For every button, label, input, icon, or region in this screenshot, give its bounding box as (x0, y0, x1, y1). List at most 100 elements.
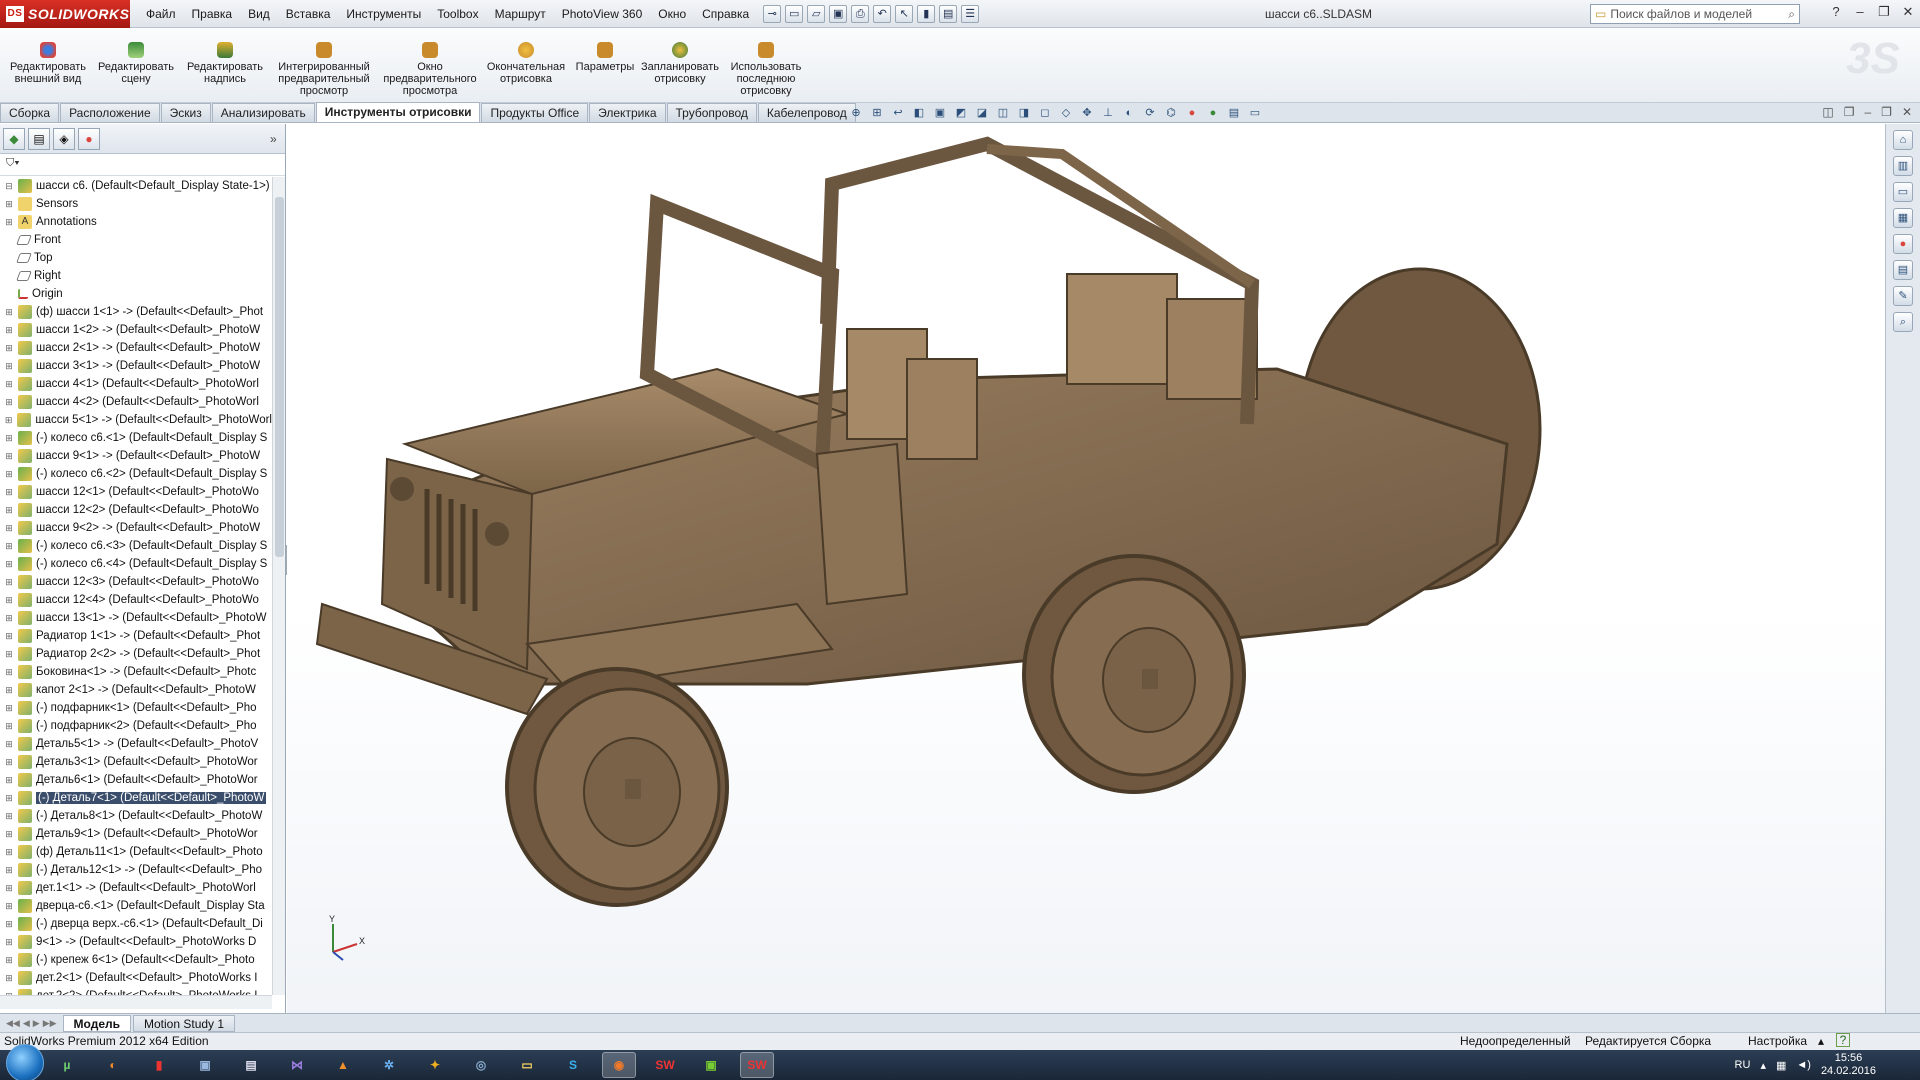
tree-item[interactable]: ⊞ шасси 2<1> -> (Default<<Default>_PhotoW (0, 339, 272, 357)
search-input[interactable]: ▭ Поиск файлов и моделей ⌕ (1590, 4, 1800, 24)
tree-item[interactable]: ⊞ (ф) Деталь11<1> (Default<<Default>_Phot… (0, 843, 272, 861)
tree-item[interactable]: ⊞ шасси 1<2> -> (Default<<Default>_PhotoW (0, 321, 272, 339)
tree-item[interactable]: ⊞ (ф) шасси 1<1> -> (Default<<Default>_Ph… (0, 303, 272, 321)
explorer-icon[interactable]: ▭ (510, 1052, 544, 1078)
expand-toggle-icon[interactable]: ⊞ (4, 469, 14, 480)
property-manager-tab-icon[interactable]: ▤ (28, 127, 50, 150)
filter-icon[interactable]: ⛉▾ (6, 157, 20, 169)
expand-toggle-icon[interactable]: ⊞ (4, 631, 14, 642)
appearance-palette-icon[interactable]: ● (1184, 105, 1200, 121)
swirl-app-icon[interactable]: ✦ (418, 1052, 452, 1078)
open-icon[interactable]: ▱ (807, 4, 826, 23)
tree-item[interactable]: ⊞ (-) колесо с6.<2> (Default<Default_Disp… (0, 465, 272, 483)
tab-sketch[interactable]: Эскиз (160, 103, 211, 122)
tree-item[interactable]: ⊞ шасси 12<4> (Default<<Default>_PhotoWo (0, 591, 272, 609)
menu-photoview[interactable]: PhotoView 360 (554, 0, 651, 28)
expand-toggle-icon[interactable]: ⊞ (4, 955, 14, 966)
tile-icon[interactable]: ◫ (1822, 105, 1833, 119)
tree-item[interactable]: ⊞ Радиатор 1<1> -> (Default<<Default>_Pho… (0, 627, 272, 645)
expand-toggle-icon[interactable]: ⊞ (4, 757, 14, 768)
tree-item[interactable]: ⊞ шасси 13<1> -> (Default<<Default>_Photo… (0, 609, 272, 627)
expand-toggle-icon[interactable]: ⊞ (4, 595, 14, 606)
expand-toggle-icon[interactable]: ⊞ (4, 937, 14, 948)
axis-icon[interactable]: ⊥ (1100, 105, 1116, 121)
notes-icon[interactable]: ▤ (234, 1052, 268, 1078)
prev-tab-icon[interactable]: ◀ (23, 1018, 30, 1029)
expand-toggle-icon[interactable]: ⊞ (4, 397, 14, 408)
integrated-preview-button[interactable]: Интегрированный предварительный просмотр (272, 42, 376, 97)
edit-scene-button[interactable]: Редактировать сцену (92, 42, 180, 85)
help-icon[interactable]: ? (1828, 4, 1844, 20)
tree-item[interactable]: ⊞ Деталь9<1> (Default<<Default>_PhotoWor (0, 825, 272, 843)
shaded-edges-icon[interactable]: ◪ (974, 105, 990, 121)
tree-item[interactable]: ⊞ Sensors (0, 195, 272, 213)
network-app-icon[interactable]: ✲ (372, 1052, 406, 1078)
onlook-app-icon[interactable]: ◎ (464, 1052, 498, 1078)
tree-item[interactable]: ⊞ дет.1<1> -> (Default<<Default>_PhotoWor… (0, 879, 272, 897)
appearances-icon[interactable]: ● (1893, 234, 1913, 254)
tree-item[interactable]: ⊞ (-) подфарник<1> (Default<<Default>_Pho (0, 699, 272, 717)
tree-item[interactable]: ⊞ шасси 12<2> (Default<<Default>_PhotoWo (0, 501, 272, 519)
collapse-toggle-icon[interactable]: ⊟ (4, 181, 14, 192)
tree-item[interactable]: ⊞ (-) колесо с6.<3> (Default<Default_Disp… (0, 537, 272, 555)
restore-icon[interactable]: ❐ (1876, 4, 1892, 20)
tree-item[interactable]: ⊞ капот 2<1> -> (Default<<Default>_PhotoW (0, 681, 272, 699)
tree-horizontal-scrollbar[interactable] (0, 995, 272, 1009)
configuration-tab-icon[interactable]: ◈ (53, 127, 75, 150)
forum-icon[interactable]: ✎ (1893, 286, 1913, 306)
expand-toggle-icon[interactable]: ⊞ (4, 577, 14, 588)
doc-close-icon[interactable]: ✕ (1902, 105, 1912, 119)
expand-toggle-icon[interactable]: ⊞ (4, 541, 14, 552)
tree-item[interactable]: ⊞ (-) Деталь7<1> (Default<<Default>_Photo… (0, 789, 272, 807)
solidworks-launcher-icon[interactable]: SW (648, 1052, 682, 1078)
expand-toggle-icon[interactable]: ⊞ (4, 901, 14, 912)
expand-toggle-icon[interactable]: ⊞ (4, 775, 14, 786)
scene-palette-icon[interactable]: ● (1205, 105, 1221, 121)
tree-item[interactable]: ⊞ шасси 4<1> (Default<<Default>_PhotoWorl (0, 375, 272, 393)
clock[interactable]: 15:56 24.02.2016 (1821, 1052, 1876, 1078)
start-button-icon[interactable] (6, 1044, 44, 1080)
tab-tubing[interactable]: Кабелепровод (757, 103, 856, 122)
tree-item[interactable]: Right (0, 267, 272, 285)
feature-tree-tab-icon[interactable]: ◆ (3, 127, 25, 150)
file-explorer-icon[interactable]: ▭ (1893, 182, 1913, 202)
tab-electrical[interactable]: Электрика (589, 103, 666, 122)
tree-item[interactable]: ⊞ шасси 9<2> -> (Default<<Default>_PhotoW (0, 519, 272, 537)
menu-window[interactable]: Окно (650, 0, 694, 28)
home-icon[interactable]: ⌂ (1893, 130, 1913, 150)
rebuild-icon[interactable]: ▮ (917, 4, 936, 23)
pdf-icon[interactable]: ▮ (142, 1052, 176, 1078)
expand-toggle-icon[interactable]: ⊞ (4, 865, 14, 876)
browser-icon[interactable]: ◉ (602, 1052, 636, 1078)
last-tab-icon[interactable]: ▶▶ (43, 1018, 57, 1029)
tree-item[interactable]: ⊞ шасси 9<1> -> (Default<<Default>_PhotoW (0, 447, 272, 465)
view-settings-icon[interactable]: ▤ (1226, 105, 1242, 121)
zoom-area-icon[interactable]: ⊞ (869, 105, 885, 121)
expand-toggle-icon[interactable]: ⊞ (4, 307, 14, 318)
shaded-icon[interactable]: ◫ (995, 105, 1011, 121)
expand-toggle-icon[interactable]: ⊞ (4, 613, 14, 624)
first-tab-icon[interactable]: ◀◀ (6, 1018, 20, 1029)
cascade-icon[interactable]: ❐ (1844, 105, 1855, 119)
undo-icon[interactable]: ↶ (873, 4, 892, 23)
green-app-icon[interactable]: ▣ (694, 1052, 728, 1078)
menu-help[interactable]: Справка (694, 0, 757, 28)
visual-studio-icon[interactable]: ⋈ (280, 1052, 314, 1078)
expand-toggle-icon[interactable]: ⊞ (4, 829, 14, 840)
language-indicator[interactable]: RU (1735, 1059, 1751, 1071)
rotate-icon[interactable]: ⟳ (1142, 105, 1158, 121)
tab-layout[interactable]: Расположение (60, 103, 160, 122)
skype-icon[interactable]: S (556, 1052, 590, 1078)
volume-icon[interactable]: ◄) (1796, 1059, 1811, 1071)
tab-model[interactable]: Модель (62, 1014, 131, 1032)
tab-assembly[interactable]: Сборка (0, 103, 60, 122)
perspective-icon[interactable]: ⌬ (1163, 105, 1179, 121)
save-icon[interactable]: ▣ (829, 4, 848, 23)
minimize-icon[interactable]: – (1852, 4, 1868, 20)
expand-toggle-icon[interactable]: ⊞ (4, 811, 14, 822)
tree-item[interactable]: ⊞ шасси 3<1> -> (Default<<Default>_PhotoW (0, 357, 272, 375)
edit-decal-button[interactable]: Редактировать надпись (182, 42, 268, 85)
tree-item[interactable]: Front (0, 231, 272, 249)
expand-toggle-icon[interactable]: ⊞ (4, 487, 14, 498)
expand-toggle-icon[interactable]: ⊞ (4, 415, 13, 426)
